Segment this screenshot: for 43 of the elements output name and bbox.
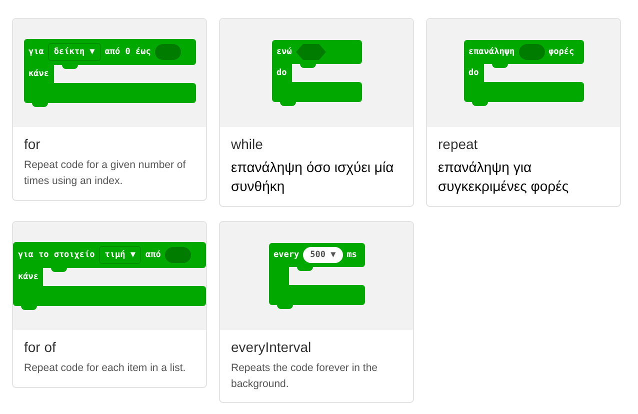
card-description: Repeat code for a given number of times using an index.	[24, 158, 187, 189]
card-title: everyInterval	[231, 338, 312, 355]
block-label: do	[468, 68, 479, 78]
card-description: επανάληψη για συγκεκριμένες φορές	[438, 158, 570, 196]
connector-notch	[276, 304, 292, 309]
connector-notch	[472, 102, 488, 106]
block-label: ενώ	[276, 47, 292, 57]
block-label: από	[145, 250, 161, 260]
card-description: Repeat code for each item in a list.	[24, 360, 187, 376]
input-slot[interactable]	[164, 246, 191, 263]
input-slot[interactable]	[154, 44, 181, 60]
block-label: για	[28, 47, 44, 57]
input-slot[interactable]	[518, 44, 545, 60]
block-label: για το στοιχείο	[18, 250, 95, 260]
block-label: επανάληψη	[468, 47, 515, 57]
block-label: do	[276, 68, 287, 78]
connector-notch	[296, 266, 312, 271]
condition-slot[interactable]	[296, 44, 326, 60]
block-label: κάνε	[28, 69, 49, 79]
card-title: while	[231, 136, 264, 152]
block-label: φορές	[548, 47, 574, 57]
card-title: repeat	[438, 136, 479, 152]
block-label: από 0 έως	[104, 47, 151, 57]
connector-notch	[51, 268, 68, 272]
card[interactable]: για δείκτη ▼ από 0 έως κάνε for Repeat code for a given number of times using an index.	[12, 18, 207, 200]
block-label: every	[274, 250, 300, 260]
card-title: for of	[24, 338, 57, 355]
card[interactable]: ενώ do while επανάληψη όσο ισχύει μία συνθήκη	[219, 18, 414, 207]
card[interactable]: επανάληψη φορές do repeat επανάληψη για συγκεκριμένες φορές	[426, 18, 621, 207]
connector-notch	[62, 65, 78, 69]
card[interactable]: για το στοιχείο τιμή ▼ από κάνε for of Repeat code for each item in a list.	[12, 220, 207, 388]
connector-notch	[21, 306, 37, 310]
card-description: επανάληψη όσο ισχύει μία συνθήκη	[231, 158, 395, 196]
block-label: κάνε	[18, 272, 38, 282]
block-dropdown[interactable]: 500 ▼	[303, 246, 343, 263]
connector-notch	[32, 103, 48, 107]
connector-notch	[492, 64, 508, 68]
connector-notch	[280, 102, 296, 106]
connector-notch	[300, 64, 316, 68]
block-label: ms	[346, 250, 357, 260]
card-title: for	[24, 136, 42, 152]
card-description: Repeats the code forever in the background.	[231, 360, 379, 392]
card[interactable]: every 500 ▼ ms everyInterval Repeats the code forever in the background.	[219, 220, 414, 404]
